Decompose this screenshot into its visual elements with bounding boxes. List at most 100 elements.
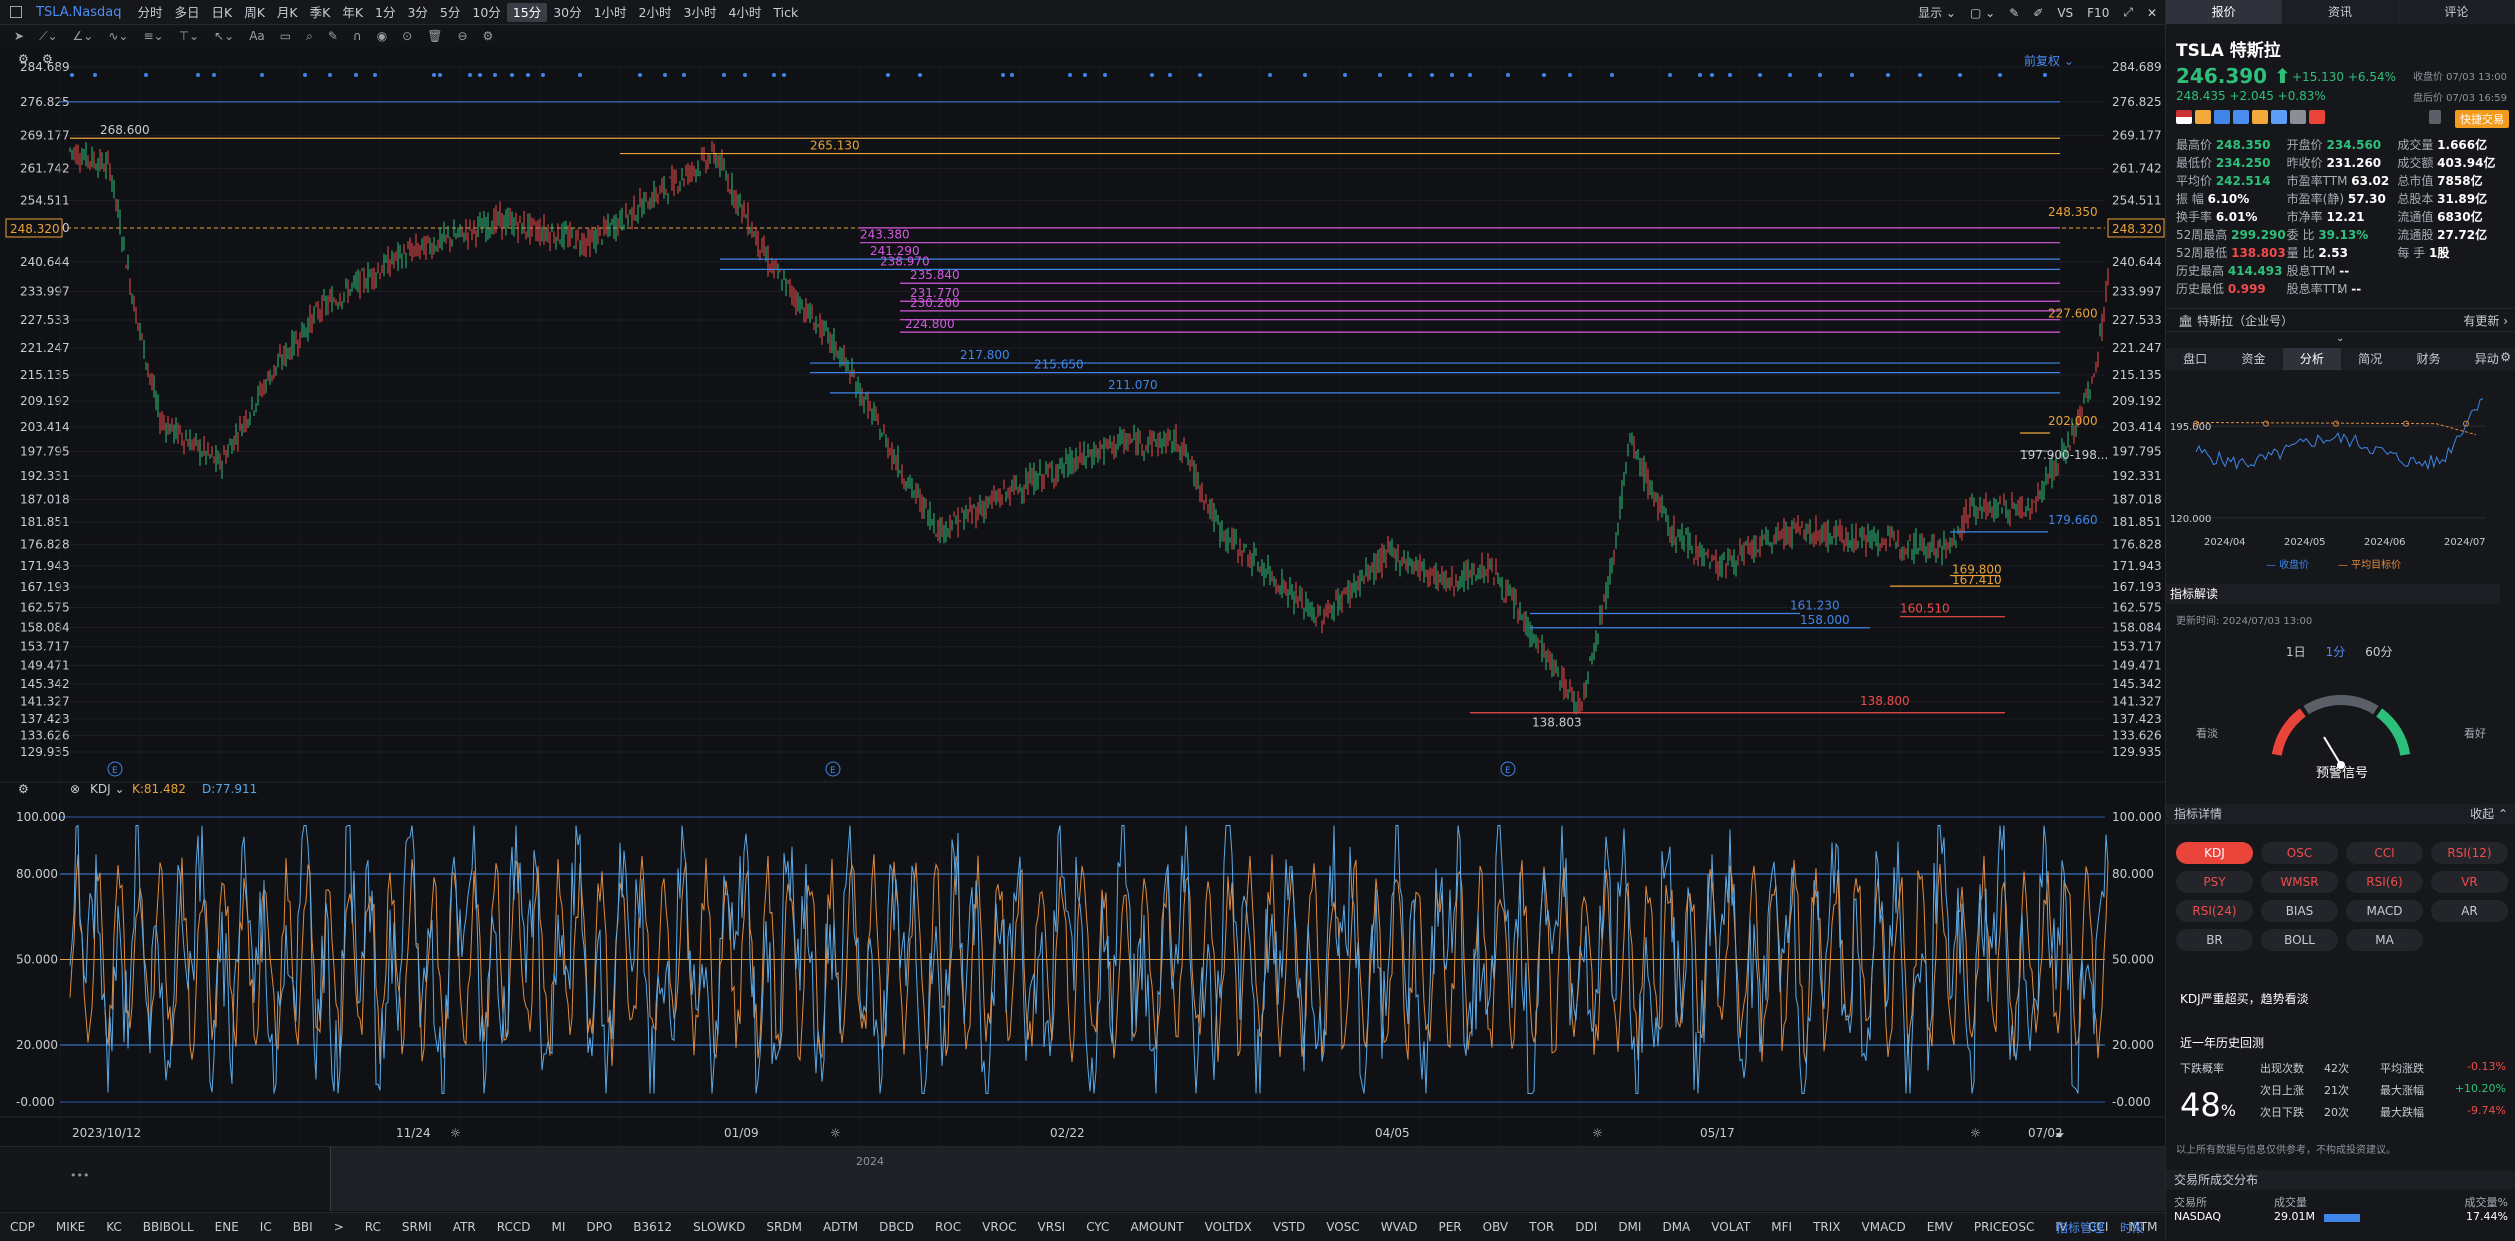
candlestick-chart[interactable]: 284.689 284.689276.825 276.825269.177 269.1… bbox=[0, 47, 2165, 1174]
zoom-icon[interactable]: ⌕ bbox=[306, 29, 313, 44]
level-lines[interactable]: 268.600265.130248.350243.380241.290238.9… bbox=[60, 101, 2108, 714]
timeframe-14[interactable]: 2小时 bbox=[633, 3, 678, 22]
text-tool-icon[interactable]: Aa bbox=[249, 29, 265, 43]
channel-tool-icon[interactable]: ≡⌄ bbox=[143, 29, 163, 43]
wave-tool-icon[interactable]: ∿⌄ bbox=[108, 29, 128, 43]
timeframe-15[interactable]: 3小时 bbox=[678, 3, 723, 22]
earnings-marker-icon[interactable]: E bbox=[1500, 761, 1516, 777]
indicator-tab-26[interactable]: VOSC bbox=[1326, 1220, 1359, 1234]
timeframe-1[interactable]: 多日 bbox=[168, 3, 205, 22]
timeframe-11[interactable]: 15分 bbox=[506, 2, 548, 22]
indicator-tab-16[interactable]: SRDM bbox=[766, 1220, 802, 1234]
timeframe-9[interactable]: 5分 bbox=[434, 3, 466, 22]
indicator-tab-11[interactable]: RCCD bbox=[497, 1220, 531, 1234]
time-segment[interactable]: 时段 bbox=[2120, 1219, 2144, 1236]
hide-icon[interactable]: ⊖ bbox=[457, 29, 467, 43]
indicator-chip-4[interactable]: PSY bbox=[2176, 871, 2253, 893]
indicator-tab-13[interactable]: DPO bbox=[586, 1220, 612, 1234]
navigator-handle-icon[interactable]: ••• bbox=[70, 1169, 89, 1182]
kdj-close-icon[interactable]: ⊗ bbox=[70, 782, 80, 796]
adjust-menu[interactable]: 前复权 ⌄ bbox=[2024, 53, 2074, 68]
layout-square-icon[interactable]: ▢ ⌄ bbox=[1970, 6, 1995, 20]
indicator-tab-4[interactable]: ENE bbox=[215, 1220, 239, 1234]
comment-icon[interactable]: ▭ bbox=[280, 29, 291, 43]
indicator-tab-9[interactable]: SRMI bbox=[402, 1220, 432, 1234]
trend-tool-icon[interactable]: ∠⌄ bbox=[73, 29, 94, 43]
alert-icon[interactable] bbox=[2429, 110, 2441, 124]
kdj-settings-icon[interactable]: ⚙ bbox=[18, 782, 29, 796]
indicator-manage[interactable]: 指标管理 bbox=[2056, 1219, 2104, 1236]
indicator-tab-30[interactable]: TOR bbox=[1529, 1220, 1554, 1234]
brush-icon[interactable]: ✐ bbox=[2033, 6, 2043, 20]
sub-tab-4[interactable]: 财务 bbox=[2399, 348, 2457, 370]
earnings-marker-icon[interactable]: E bbox=[825, 761, 841, 777]
expand-icon[interactable]: ⤢ bbox=[2123, 5, 2133, 20]
indicator-tab-19[interactable]: ROC bbox=[935, 1220, 961, 1234]
indicator-chip-12[interactable]: BR bbox=[2176, 929, 2253, 951]
lock-icon[interactable]: ⊙ bbox=[402, 29, 412, 43]
panel-tab-0[interactable]: 报价 bbox=[2166, 0, 2283, 24]
indicator-chip-6[interactable]: RSI(6) bbox=[2346, 871, 2423, 893]
chart-layers-icon[interactable]: ⚙ bbox=[42, 52, 53, 66]
timeframe-17[interactable]: Tick bbox=[767, 3, 804, 22]
arrow-tool-icon[interactable]: ↖⌄ bbox=[214, 29, 234, 43]
sub-tab-1[interactable]: 资金 bbox=[2224, 348, 2282, 370]
indicator-tab-39[interactable]: PRICEOSC bbox=[1974, 1220, 2035, 1234]
f10-button[interactable]: F10 bbox=[2087, 6, 2109, 20]
indicator-tab-0[interactable]: CDP bbox=[10, 1220, 35, 1234]
display-menu[interactable]: 显示 ⌄ bbox=[1918, 4, 1956, 21]
line-tool-icon[interactable]: ⟋⌄ bbox=[39, 29, 57, 44]
timeframe-4[interactable]: 月K bbox=[271, 3, 304, 22]
axis-arrow-icon[interactable]: ⏷ bbox=[2054, 1128, 2065, 1142]
indicator-tab-3[interactable]: BBIBOLL bbox=[143, 1220, 194, 1234]
panel-tab-2[interactable]: 评论 bbox=[2399, 0, 2515, 24]
expand-stats-icon[interactable]: ⌃ bbox=[2336, 290, 2344, 301]
panel-tab-1[interactable]: 资讯 bbox=[2282, 0, 2399, 24]
kdj-label[interactable]: KDJ ⌄ bbox=[90, 782, 125, 796]
indicator-tab-12[interactable]: MI bbox=[551, 1220, 565, 1234]
indicator-chip-7[interactable]: VR bbox=[2431, 871, 2508, 893]
indicator-tab-28[interactable]: PER bbox=[1438, 1220, 1461, 1234]
timeframe-10[interactable]: 10分 bbox=[466, 3, 506, 22]
indicator-chip-11[interactable]: AR bbox=[2431, 900, 2508, 922]
company-row[interactable]: 🏛 特斯拉（企业号） 有更新 › bbox=[2166, 308, 2515, 332]
timeframe-7[interactable]: 1分 bbox=[369, 3, 401, 22]
close-icon[interactable]: ✕ bbox=[2147, 6, 2157, 20]
eye-icon[interactable]: ◉ bbox=[377, 29, 387, 43]
indicator-tab-32[interactable]: DMI bbox=[1618, 1220, 1641, 1234]
indicator-tab-18[interactable]: DBCD bbox=[879, 1220, 914, 1234]
indicator-tab-8[interactable]: RC bbox=[365, 1220, 381, 1234]
indicator-tab-22[interactable]: CYC bbox=[1086, 1220, 1109, 1234]
indicator-tab-21[interactable]: VRSI bbox=[1038, 1220, 1066, 1234]
indicator-tab-5[interactable]: IC bbox=[260, 1220, 272, 1234]
indicator-tab-33[interactable]: DMA bbox=[1662, 1220, 1690, 1234]
indicator-tab-36[interactable]: TRIX bbox=[1813, 1220, 1840, 1234]
indicator-chip-9[interactable]: BIAS bbox=[2261, 900, 2338, 922]
period-1[interactable]: 1分 bbox=[2326, 643, 2346, 660]
indicator-chip-3[interactable]: RSI(12) bbox=[2431, 842, 2508, 864]
indicator-chip-2[interactable]: CCI bbox=[2346, 842, 2423, 864]
vs-button[interactable]: VS bbox=[2057, 6, 2073, 20]
sub-tab-0[interactable]: 盘口 bbox=[2166, 348, 2224, 370]
earnings-marker-icon[interactable]: E bbox=[107, 761, 123, 777]
period-2[interactable]: 60分 bbox=[2365, 643, 2392, 660]
collapse-detail[interactable]: 收起 ⌃ bbox=[2470, 804, 2508, 824]
timeframe-6[interactable]: 年K bbox=[336, 3, 369, 22]
indicator-tab-6[interactable]: BBI bbox=[293, 1220, 313, 1234]
indicator-chip-13[interactable]: BOLL bbox=[2261, 929, 2338, 951]
timeframe-12[interactable]: 30分 bbox=[547, 3, 587, 22]
chart-settings-icon[interactable]: ⚙ bbox=[18, 52, 29, 66]
timeframe-5[interactable]: 季K bbox=[304, 3, 337, 22]
fast-trade-button[interactable]: 快捷交易 bbox=[2455, 110, 2509, 128]
settings-icon[interactable]: ⚙ bbox=[483, 29, 494, 43]
sub-settings-icon[interactable]: ⚙ bbox=[2500, 350, 2511, 364]
collapse-icon[interactable]: ⌄ bbox=[2336, 333, 2344, 344]
indicator-tab-31[interactable]: DDI bbox=[1575, 1220, 1597, 1234]
indicator-tab-38[interactable]: EMV bbox=[1927, 1220, 1953, 1234]
indicator-tab-24[interactable]: VOLTDX bbox=[1205, 1220, 1252, 1234]
time-navigator[interactable]: 2024 ••• bbox=[0, 1146, 2165, 1211]
magnet-icon[interactable]: ∩ bbox=[353, 29, 362, 43]
indicator-chip-1[interactable]: OSC bbox=[2261, 842, 2338, 864]
period-0[interactable]: 1日 bbox=[2286, 643, 2306, 660]
indicator-chip-0[interactable]: KDJ bbox=[2176, 842, 2253, 864]
